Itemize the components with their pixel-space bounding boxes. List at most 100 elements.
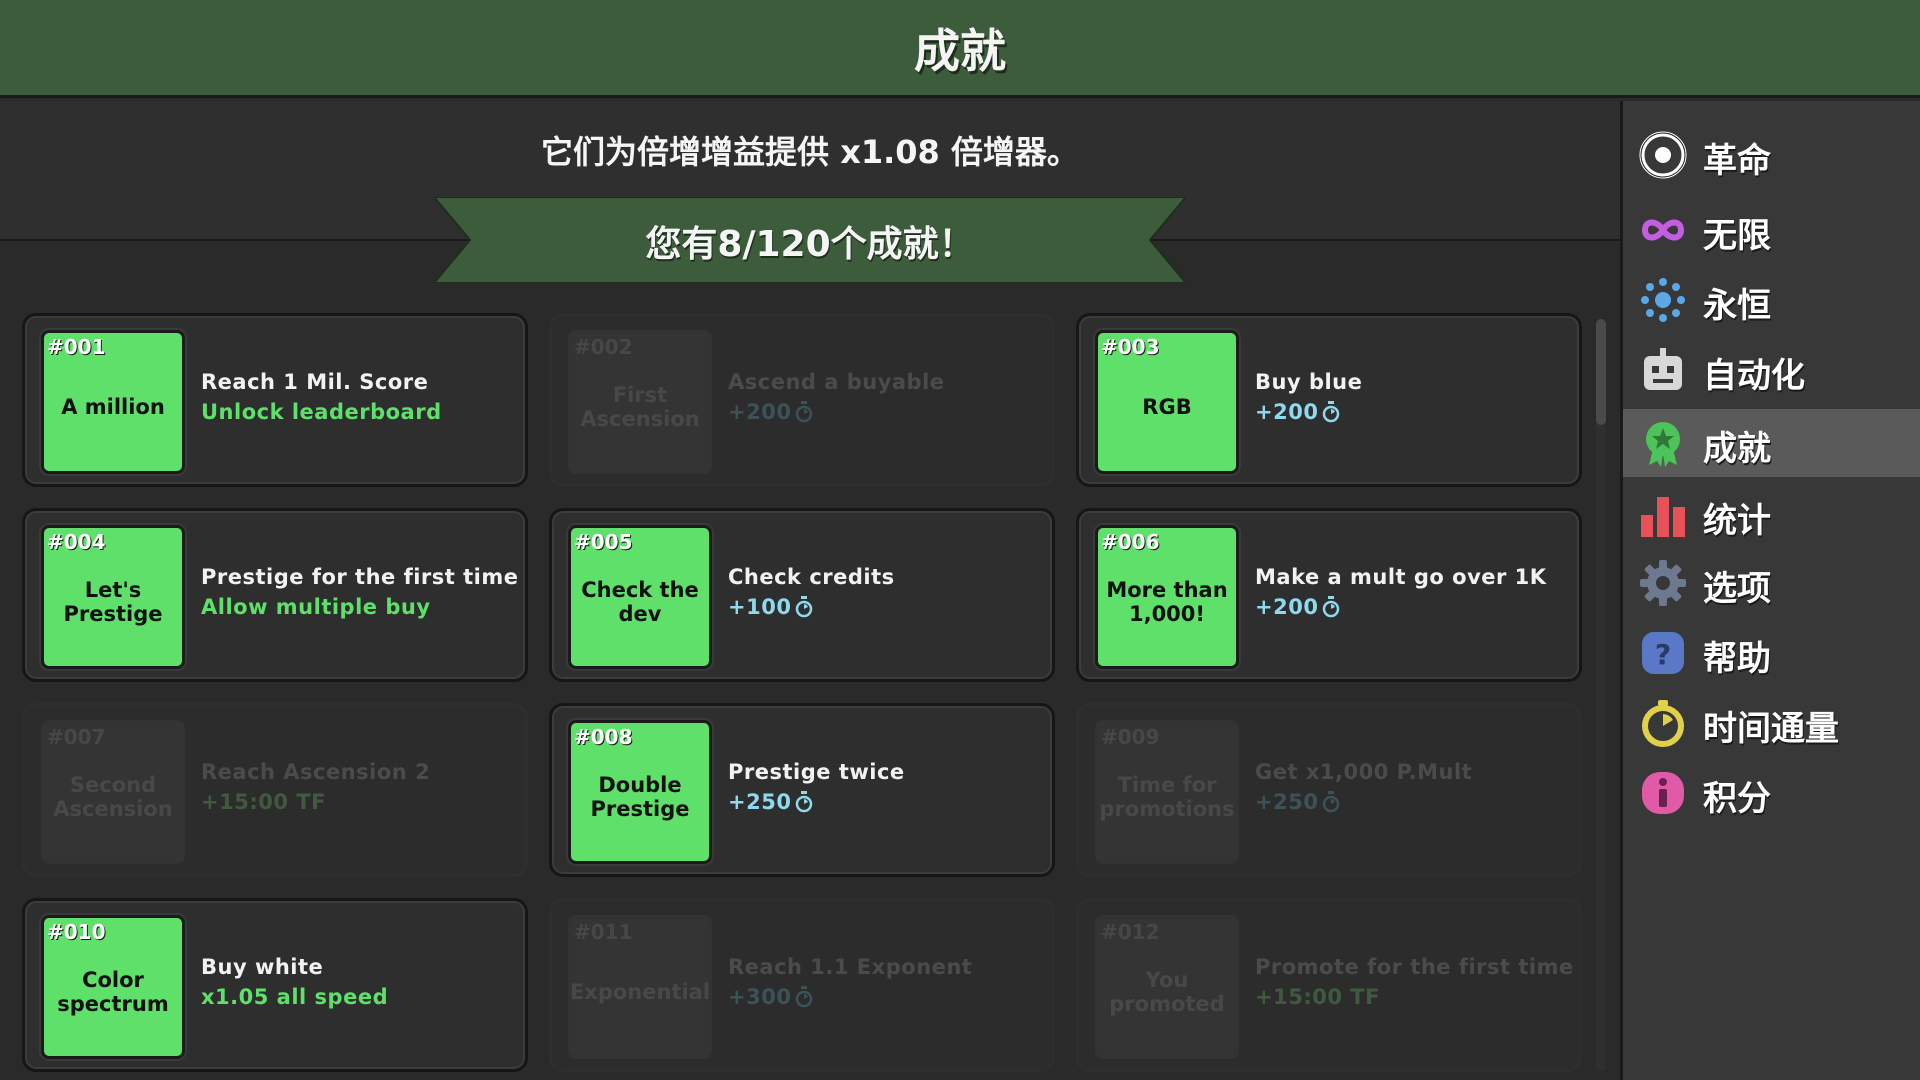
- sidebar-item-label: 统计: [1703, 501, 1771, 541]
- achievement-description: Prestige twice: [728, 760, 905, 784]
- achievement-description: Promote for the first time: [1255, 955, 1574, 979]
- stopwatch-icon: [796, 401, 813, 423]
- achievement-description: Reach 1.1 Exponent: [728, 955, 973, 979]
- achievement-name: You promoted: [1109, 968, 1225, 1016]
- achievement-count: 您有8/120个成就！: [645, 224, 975, 265]
- svg-text:?: ?: [1655, 638, 1671, 671]
- achievement-number: #009: [1101, 725, 1160, 749]
- target-icon: [1639, 131, 1687, 179]
- achievement-reward: Allow multiple buy: [201, 595, 431, 619]
- achievement-card[interactable]: #011 Exponential Reach 1.1 Exponent +300: [549, 898, 1055, 1072]
- infinity-icon: [1639, 206, 1687, 254]
- achievement-number: #010: [47, 920, 106, 944]
- stopwatch-icon: [1323, 791, 1340, 813]
- achievement-description: Get x1,000 P.Mult: [1255, 760, 1473, 784]
- achievement-card[interactable]: #012 You promoted Promote for the first …: [1076, 898, 1582, 1072]
- stopwatch-icon: [1323, 401, 1340, 423]
- scrollbar[interactable]: [1596, 319, 1606, 1071]
- achievement-reward: +250: [728, 790, 1048, 814]
- stopwatch-icon: [796, 596, 813, 618]
- achievement-tile: #003 RGB: [1095, 330, 1239, 474]
- achievement-tile: #007 Second Ascension: [41, 720, 185, 864]
- stopwatch-icon: [796, 986, 813, 1008]
- achievement-number: #006: [1101, 530, 1160, 554]
- achievement-description: Buy blue: [1255, 370, 1363, 394]
- achievement-grid: #001 A million Reach 1 Mil. Score Unlock…: [22, 313, 1582, 1072]
- achievement-reward: +15:00 TF: [1255, 985, 1380, 1009]
- achievement-number: #001: [47, 335, 106, 359]
- sidebar-item-infinity[interactable]: 无限: [1623, 196, 1920, 264]
- sidebar-item-label: 永恒: [1703, 286, 1771, 326]
- bar-chart-icon: [1639, 491, 1687, 539]
- achievement-name: More than 1,000!: [1106, 578, 1228, 626]
- achievement-description: Prestige for the first time: [201, 565, 519, 589]
- achievement-description: Check credits: [728, 565, 895, 589]
- achievement-card[interactable]: #003 RGB Buy blue +200: [1076, 313, 1582, 487]
- achievement-name: Let's Prestige: [63, 578, 163, 626]
- achievement-tile: #009 Time for promotions: [1095, 720, 1239, 864]
- achievement-number: #004: [47, 530, 106, 554]
- sidebar-item-revolution[interactable]: 革命: [1623, 121, 1920, 189]
- achievement-tile: #001 A million: [41, 330, 185, 474]
- achievement-description: Make a mult go over 1K: [1255, 565, 1547, 589]
- achievement-tile: #012 You promoted: [1095, 915, 1239, 1059]
- achievement-description: Reach 1 Mil. Score: [201, 370, 429, 394]
- achievement-number: #002: [574, 335, 633, 359]
- achievement-number: #007: [47, 725, 106, 749]
- robot-icon: [1639, 346, 1687, 394]
- page-title: 成就: [914, 23, 1006, 78]
- achievement-tile: #005 Check the dev: [568, 525, 712, 669]
- achievement-name: RGB: [1142, 395, 1192, 419]
- sidebar-item-label: 无限: [1703, 216, 1771, 256]
- main-panel: 它们为倍增增益提供 x1.08 倍增器。 您有8/120个成就！ #001 A …: [0, 101, 1620, 1080]
- sidebar-item-time-flux[interactable]: 时间通量: [1623, 689, 1920, 757]
- achievement-card[interactable]: #001 A million Reach 1 Mil. Score Unlock…: [22, 313, 528, 487]
- header-bar: 成就: [0, 0, 1920, 98]
- sidebar-item-eternity[interactable]: 永恒: [1623, 266, 1920, 334]
- scrollbar-thumb[interactable]: [1596, 319, 1606, 425]
- achievement-card[interactable]: #007 Second Ascension Reach Ascension 2 …: [22, 703, 528, 877]
- achievement-card[interactable]: #006 More than 1,000! Make a mult go ove…: [1076, 508, 1582, 682]
- achievement-card[interactable]: #004 Let's Prestige Prestige for the fir…: [22, 508, 528, 682]
- achievement-reward: +200: [728, 400, 1048, 424]
- achievement-card[interactable]: #008 Double Prestige Prestige twice +250: [549, 703, 1055, 877]
- achievement-tile: #010 Color spectrum: [41, 915, 185, 1059]
- sidebar-item-options[interactable]: 选项: [1623, 549, 1920, 617]
- achievement-number: #003: [1101, 335, 1160, 359]
- achievement-number: #011: [574, 920, 633, 944]
- achievement-name: Time for promotions: [1099, 773, 1235, 821]
- achievement-number: #008: [574, 725, 633, 749]
- sidebar-item-label: 自动化: [1703, 356, 1805, 396]
- achievement-reward: +200: [1255, 400, 1575, 424]
- achievement-description: Ascend a buyable: [728, 370, 945, 394]
- achievement-card[interactable]: #010 Color spectrum Buy white x1.05 all …: [22, 898, 528, 1072]
- achievement-name: Second Ascension: [53, 773, 173, 821]
- achievement-description: Buy white: [201, 955, 324, 979]
- sidebar-item-automation[interactable]: 自动化: [1623, 336, 1920, 404]
- multiplier-text: 它们为倍增增益提供 x1.08 倍增器。: [541, 133, 1079, 171]
- achievement-card[interactable]: #002 First Ascension Ascend a buyable +2…: [549, 313, 1055, 487]
- sidebar-item-achievements[interactable]: 成就: [1623, 409, 1920, 477]
- sidebar-item-credits[interactable]: 积分: [1623, 759, 1920, 827]
- sun-icon: [1639, 276, 1687, 324]
- info-icon: [1639, 769, 1687, 817]
- sidebar-item-statistics[interactable]: 统计: [1623, 481, 1920, 549]
- achievement-number: #012: [1101, 920, 1160, 944]
- sidebar-item-label: 帮助: [1703, 639, 1771, 679]
- achievement-reward: +200: [1255, 595, 1575, 619]
- sidebar-item-label: 选项: [1703, 569, 1771, 609]
- sidebar-item-label: 成就: [1703, 429, 1771, 469]
- achievement-description: Reach Ascension 2: [201, 760, 431, 784]
- help-icon: ?: [1639, 629, 1687, 677]
- stopwatch-icon: [1323, 596, 1340, 618]
- stopwatch-icon: [1639, 699, 1687, 747]
- sidebar-item-label: 时间通量: [1703, 709, 1839, 749]
- achievement-reward: x1.05 all speed: [201, 985, 389, 1009]
- sidebar: 革命 无限 永恒 自动化 成就 统计 选项 ? 帮助 时间通量 积分: [1620, 101, 1920, 1080]
- gear-icon: [1639, 559, 1687, 607]
- achievement-card[interactable]: #009 Time for promotions Get x1,000 P.Mu…: [1076, 703, 1582, 877]
- achievement-card[interactable]: #005 Check the dev Check credits +100: [549, 508, 1055, 682]
- achievement-name: A million: [61, 395, 165, 419]
- sidebar-item-help[interactable]: ? 帮助: [1623, 619, 1920, 687]
- achievement-tile: #008 Double Prestige: [568, 720, 712, 864]
